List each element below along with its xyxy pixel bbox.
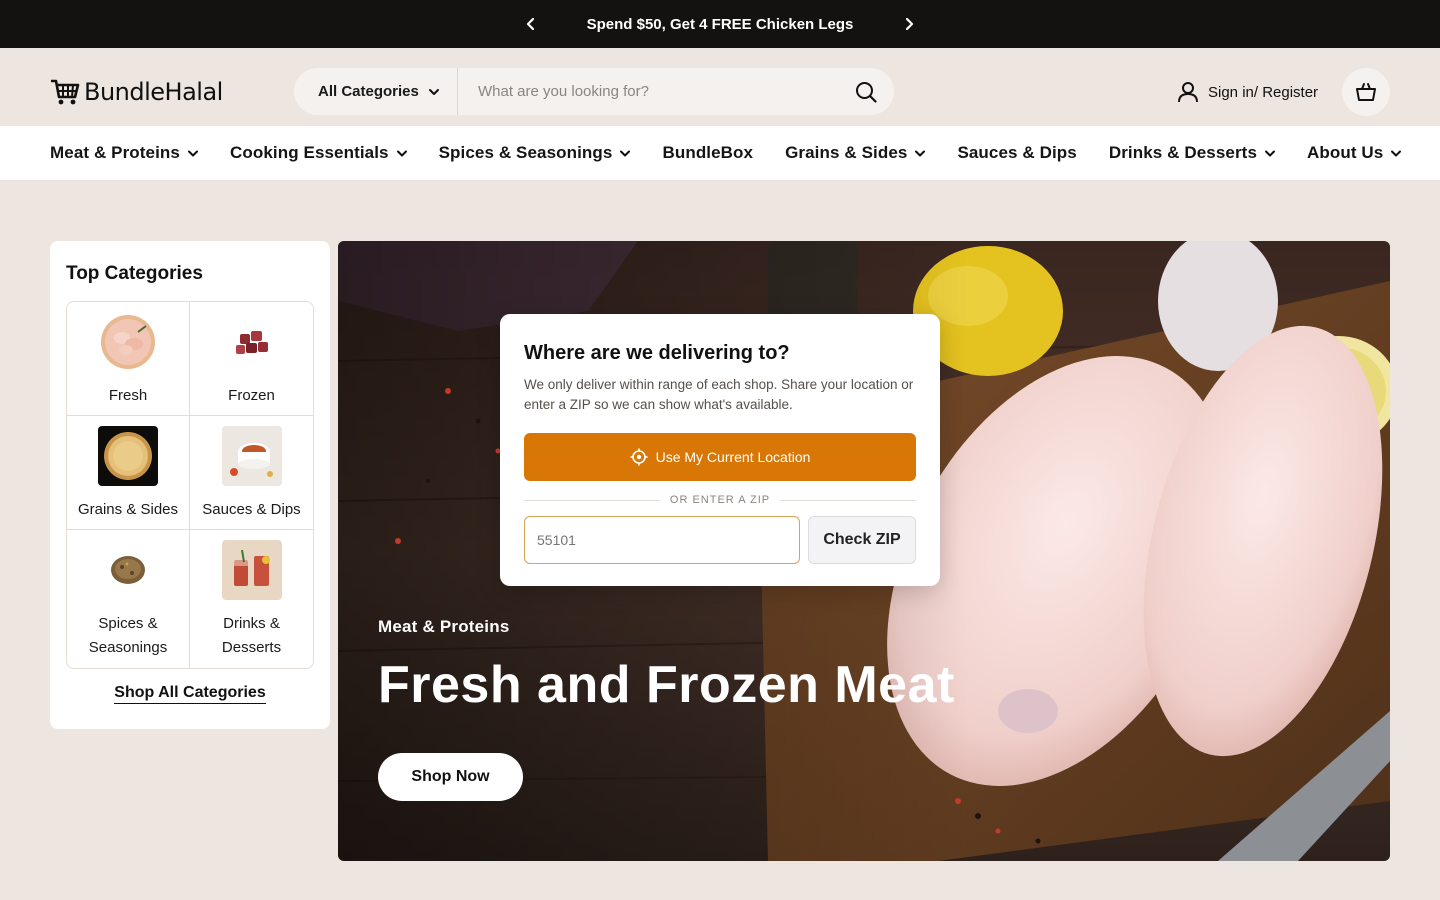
or-divider: OR ENTER A ZIP <box>524 492 916 508</box>
category-label: Spices & Seasonings <box>88 615 168 656</box>
modal-title: Where are we delivering to? <box>524 342 790 364</box>
nav-item-grains-sides[interactable]: Grains & Sides <box>785 143 926 163</box>
nav-item-sauces-dips[interactable]: Sauces & Dips <box>957 143 1076 163</box>
sauces-image <box>221 426 282 486</box>
shopping-bag-icon <box>1356 83 1376 101</box>
fresh-meat-image <box>98 312 158 372</box>
category-tile-sauces-dips[interactable]: Sauces & Dips <box>190 416 313 530</box>
nav-item-label: Spices & Seasonings <box>438 143 613 162</box>
logo[interactable]: BundleHalal <box>50 77 223 107</box>
category-tile-grains-sides[interactable]: Grains & Sides <box>67 416 190 530</box>
nav-item-label: About Us <box>1307 143 1384 162</box>
frozen-meat-image <box>221 312 282 372</box>
chevron-down-icon <box>1391 150 1402 156</box>
check-zip-button[interactable]: Check ZIP <box>808 516 916 564</box>
nav-item-label: Drinks & Desserts <box>1108 143 1258 162</box>
delivery-location-modal: Where are we delivering to? We only deli… <box>500 314 940 586</box>
chevron-down-icon <box>187 150 198 156</box>
chevron-down-icon <box>915 150 926 156</box>
category-tile-spices-seasonings[interactable]: Spices & Seasonings <box>67 530 190 668</box>
nav-item-about-us[interactable]: About Us <box>1307 143 1402 163</box>
account-label: Sign in/ Register <box>1208 83 1319 101</box>
cart-button[interactable] <box>1342 68 1390 116</box>
chevron-down-icon <box>620 150 631 156</box>
nav-item-cooking-essentials[interactable]: Cooking Essentials <box>230 143 407 163</box>
announcement-bar: Spend $50, Get 4 FREE Chicken Legs <box>0 0 1440 48</box>
location-button-label: Use My Current Location <box>655 449 811 465</box>
search-bar: All Categories <box>294 68 894 115</box>
category-label: Fresh <box>108 387 148 404</box>
nav-item-drinks-desserts[interactable]: Drinks & Desserts <box>1108 143 1276 163</box>
grains-image <box>98 426 158 486</box>
cart-logo-icon <box>51 79 80 105</box>
category-label: Sauces & Dips <box>202 501 301 518</box>
location-target-icon <box>630 448 648 466</box>
search-button[interactable] <box>838 68 894 115</box>
category-select-label: All Categories <box>318 83 419 100</box>
category-tile-fresh[interactable]: Fresh <box>67 302 190 416</box>
nav-item-meat-proteins[interactable]: Meat & Proteins <box>50 143 198 163</box>
category-label: Frozen <box>228 387 275 404</box>
divider-text: OR ENTER A ZIP <box>669 494 771 506</box>
hero-title: Fresh and Frozen Meat <box>378 656 955 714</box>
search-input[interactable] <box>458 68 838 115</box>
zip-input[interactable] <box>524 516 800 564</box>
logo-wordmark: BundleHalal <box>84 78 223 106</box>
chevron-right-icon[interactable] <box>897 12 921 36</box>
user-icon <box>1178 82 1198 103</box>
chevron-down-icon <box>396 150 407 156</box>
category-grid: Fresh Frozen Grains & Sides Sauces & Dip… <box>66 301 314 669</box>
chevron-down-icon <box>428 88 439 95</box>
nav-item-label: Grains & Sides <box>785 143 908 162</box>
top-categories-panel: Top Categories Fresh Frozen Grains & Sid… <box>50 241 330 729</box>
drinks-image <box>221 540 282 600</box>
nav-item-label: BundleBox <box>662 143 754 162</box>
nav-item-label: Cooking Essentials <box>229 143 389 162</box>
hero-eyebrow: Meat & Proteins <box>378 617 510 636</box>
chevron-down-icon <box>1265 150 1276 156</box>
nav-item-bundlebox[interactable]: BundleBox <box>662 143 753 163</box>
account-link[interactable]: Sign in/ Register <box>1176 80 1318 104</box>
category-label: Drinks & Desserts <box>221 615 282 656</box>
use-current-location-button[interactable]: Use My Current Location <box>524 433 916 481</box>
nav-item-spices-seasonings[interactable]: Spices & Seasonings <box>439 143 631 163</box>
category-select[interactable]: All Categories <box>294 68 458 115</box>
spices-image <box>98 540 158 600</box>
site-header: BundleHalal All Categories Sign in/ Regi… <box>0 48 1440 126</box>
category-tile-drinks-desserts[interactable]: Drinks & Desserts <box>190 530 313 668</box>
search-icon <box>856 81 877 103</box>
shop-all-categories-link[interactable]: Shop All Categories <box>114 684 266 704</box>
main-nav: Meat & Proteins Cooking Essentials Spice… <box>0 126 1440 181</box>
chevron-left-icon[interactable] <box>519 12 543 36</box>
category-tile-frozen[interactable]: Frozen <box>190 302 313 416</box>
announcement-message[interactable]: Spend $50, Get 4 FREE Chicken Legs <box>587 16 854 33</box>
shop-now-button[interactable]: Shop Now <box>378 753 523 801</box>
nav-item-label: Sauces & Dips <box>957 143 1077 162</box>
top-categories-title: Top Categories <box>66 263 203 284</box>
nav-item-label: Meat & Proteins <box>50 143 180 162</box>
category-label: Grains & Sides <box>77 501 179 518</box>
modal-description: We only deliver within range of each sho… <box>524 377 914 412</box>
